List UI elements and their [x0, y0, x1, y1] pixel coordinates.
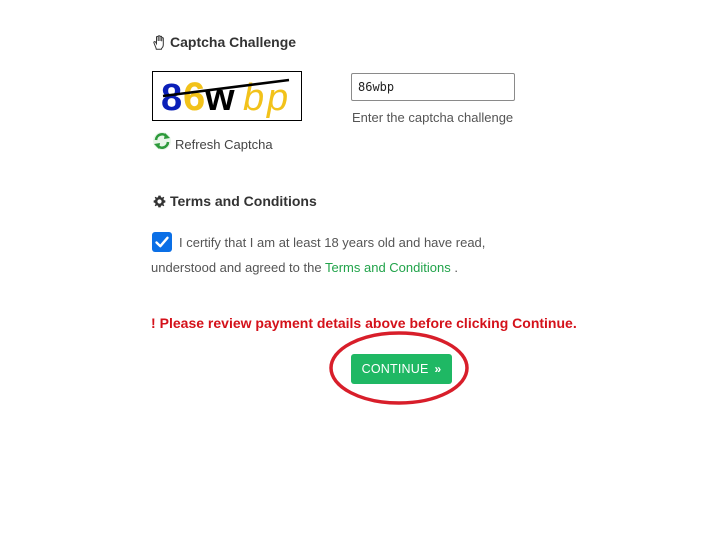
checkmark-icon [155, 236, 169, 248]
terms-section-title: Terms and Conditions [151, 193, 317, 209]
warning-text: Please review payment details above befo… [159, 315, 577, 331]
warning-icon: ! [151, 315, 156, 331]
captcha-title-text: Captcha Challenge [170, 34, 297, 50]
terms-text-line2: understood and agreed to the Terms and C… [151, 260, 458, 275]
continue-button[interactable]: CONTINUE » [351, 354, 452, 384]
refresh-captcha-button[interactable]: Refresh Captcha [152, 131, 273, 152]
captcha-section-title: Captcha Challenge [151, 34, 296, 50]
gear-icon [151, 193, 167, 209]
continue-label: CONTINUE [361, 362, 429, 376]
captcha-help-text: Enter the captcha challenge [352, 110, 514, 125]
refresh-icon [153, 132, 171, 150]
terms-text-suffix: . [454, 260, 458, 275]
terms-title-text: Terms and Conditions [170, 193, 317, 209]
terms-and-conditions-link[interactable]: Terms and Conditions [325, 260, 451, 275]
hand-icon [151, 34, 167, 50]
svg-text:6: 6 [183, 75, 205, 119]
page: Captcha Challenge 8 6 w b p Enter the ca… [0, 0, 722, 537]
captcha-input[interactable] [351, 73, 515, 101]
refresh-captcha-label: Refresh Captcha [175, 137, 273, 152]
terms-text-prefix: understood and agreed to the [151, 260, 322, 275]
captcha-image: 8 6 w b p [152, 71, 302, 121]
svg-text:8: 8 [161, 77, 182, 119]
payment-warning: ! Please review payment details above bef… [151, 315, 577, 331]
terms-checkbox[interactable] [152, 232, 172, 252]
terms-text-line1: I certify that I am at least 18 years ol… [179, 235, 486, 250]
double-chevron-right-icon: » [434, 362, 442, 376]
svg-text:w: w [204, 77, 235, 119]
